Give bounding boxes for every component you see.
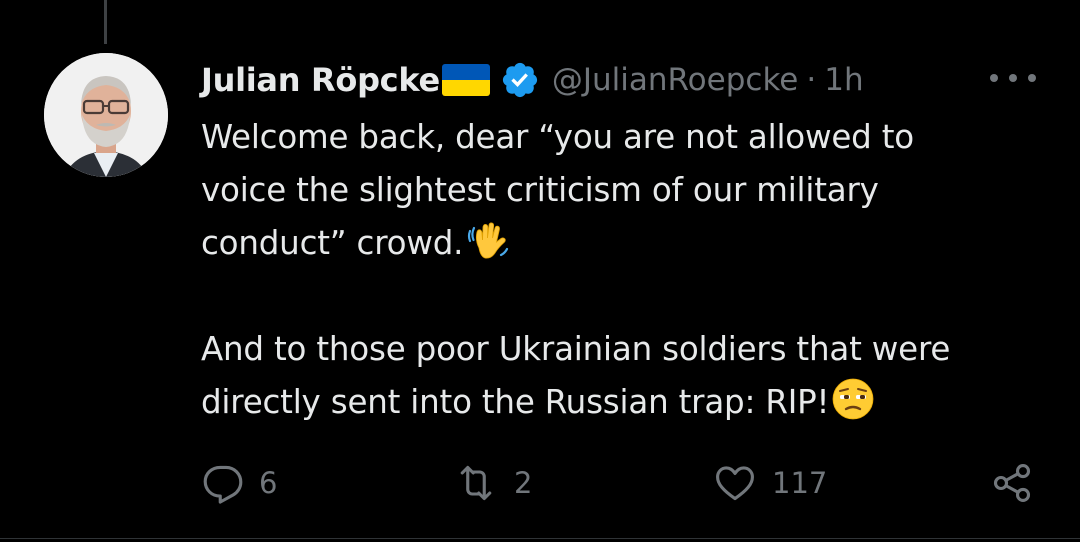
share-action[interactable] — [990, 458, 1034, 508]
thread-connector-line — [104, 0, 107, 44]
unamused-face-icon — [831, 377, 875, 421]
reply-count: 6 — [259, 466, 278, 500]
bottom-divider — [0, 538, 1080, 539]
more-options-icon[interactable] — [990, 64, 1036, 92]
author-display-name[interactable]: Julian Röpcke — [201, 61, 440, 99]
repost-action[interactable]: 2 — [452, 458, 532, 508]
like-action[interactable]: 117 — [712, 458, 827, 508]
tweet-text-segment: directly sent into the Russian trap: RIP… — [201, 383, 830, 421]
tweet-text: Welcome back, dear “you are not allowed … — [201, 111, 1051, 429]
repost-count: 2 — [514, 466, 533, 500]
heart-icon[interactable] — [712, 461, 758, 505]
reply-icon[interactable] — [201, 461, 245, 505]
tweet-actions-bar: 6 2 117 — [0, 458, 1080, 508]
avatar-image — [44, 53, 168, 177]
tweet-text-line: conduct” crowd. — [201, 217, 1051, 270]
repost-icon[interactable] — [452, 461, 500, 505]
avatar[interactable] — [44, 53, 168, 177]
tweet-text-line: voice the slightest criticism of our mil… — [201, 171, 879, 209]
tweet-text-line: directly sent into the Russian trap: RIP… — [201, 376, 1051, 429]
reply-action[interactable]: 6 — [201, 458, 277, 508]
tweet-text-line: And to those poor Ukrainian soldiers tha… — [201, 330, 951, 368]
tweet-text-segment: conduct” crowd. — [201, 224, 464, 262]
ukraine-flag-icon — [441, 64, 490, 96]
waving-hand-icon — [465, 218, 509, 262]
like-count: 117 — [772, 466, 828, 500]
verified-badge-icon[interactable] — [500, 60, 540, 100]
separator-dot: · — [806, 62, 817, 98]
tweet-header: Julian Röpcke @JulianRoepcke · 1h — [201, 55, 864, 105]
tweet-text-line: Welcome back, dear “you are not allowed … — [201, 118, 914, 156]
tweet-timestamp[interactable]: 1h — [824, 62, 863, 98]
author-handle[interactable]: @JulianRoepcke — [552, 62, 799, 98]
share-icon[interactable] — [990, 461, 1034, 505]
